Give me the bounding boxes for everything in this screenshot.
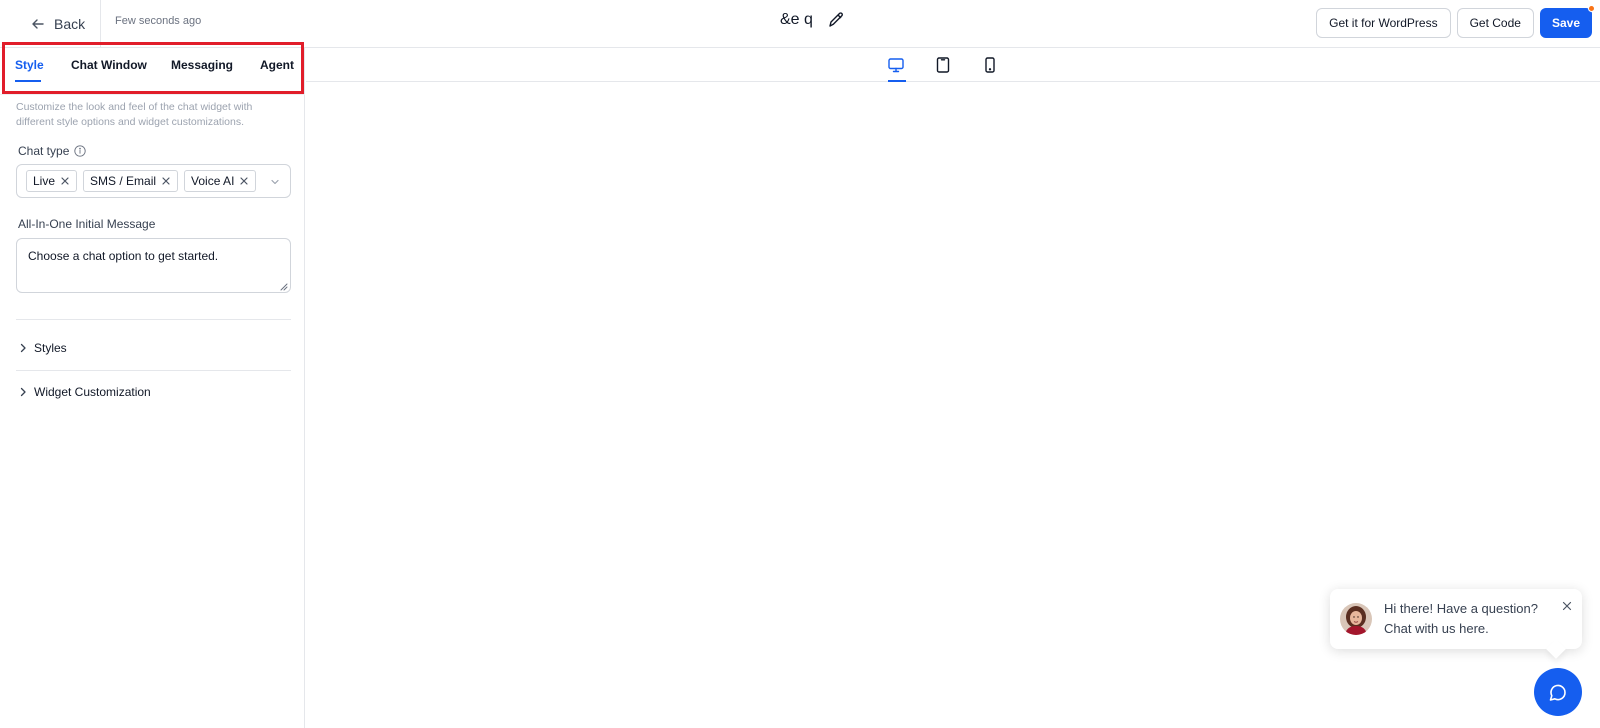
save-button[interactable]: Save <box>1539 5 1595 38</box>
section-divider <box>16 319 291 320</box>
chevron-down-icon <box>269 176 281 188</box>
back-button[interactable]: Back <box>30 12 85 36</box>
remove-chip-icon[interactable] <box>239 176 249 186</box>
initial-message-label: All-In-One Initial Message <box>18 217 156 231</box>
panel-description: Customize the look and feel of the chat … <box>16 101 253 128</box>
desktop-icon[interactable] <box>886 56 906 74</box>
styles-accordion-label: Styles <box>34 341 67 355</box>
chat-type-chip: SMS / Email <box>83 170 179 192</box>
saved-status: Few seconds ago <box>115 15 202 27</box>
styles-accordion[interactable]: Styles <box>18 338 67 358</box>
back-label: Back <box>54 16 86 32</box>
welcome-message-bubble[interactable]: Hi there! Have a question? Chat with us … <box>1330 589 1582 649</box>
tabs-highlight-box <box>2 42 304 94</box>
widget-customization-label: Widget Customization <box>34 385 151 399</box>
chat-launcher-button[interactable] <box>1534 668 1582 716</box>
initial-message-input[interactable]: Choose a chat option to get started. <box>16 238 291 293</box>
remove-chip-icon[interactable] <box>60 176 70 186</box>
selected-device-indicator <box>888 80 906 82</box>
chip-label: Voice AI <box>191 174 235 188</box>
info-icon[interactable] <box>74 145 87 157</box>
remove-chip-icon[interactable] <box>161 176 171 186</box>
get-code-button[interactable]: Get Code <box>1456 8 1534 38</box>
welcome-line-2: Chat with us here. <box>1384 621 1489 636</box>
tab-messaging[interactable]: Messaging <box>171 58 233 72</box>
tab-agent[interactable]: Agent <box>260 58 294 72</box>
top-header: Back Few seconds ago &e q Get it for Wor… <box>0 0 1600 48</box>
chat-type-label: Chat type <box>18 144 87 158</box>
welcome-line-1: Hi there! Have a question? <box>1384 601 1538 616</box>
widget-customization-accordion[interactable]: Widget Customization <box>18 382 151 402</box>
chat-type-select[interactable]: Live SMS / Email Voice AI <box>16 164 291 198</box>
header-divider <box>100 0 101 48</box>
tab-style[interactable]: Style <box>15 58 44 72</box>
widget-name-text: &e q <box>780 11 813 28</box>
settings-panel: Style Chat Window Messaging Agent Custom… <box>0 42 305 728</box>
settings-tabs: Style Chat Window Messaging Agent <box>0 42 305 94</box>
section-divider <box>16 370 291 371</box>
tabs-divider <box>0 94 305 95</box>
resize-handle-icon[interactable] <box>280 283 288 291</box>
mobile-icon[interactable] <box>980 56 1000 74</box>
widget-title: &e q <box>780 11 845 29</box>
chevron-right-icon <box>20 387 26 397</box>
tab-chat-window[interactable]: Chat Window <box>71 58 147 72</box>
chip-label: SMS / Email <box>90 174 157 188</box>
close-icon[interactable] <box>1562 601 1572 611</box>
chat-type-chip: Live <box>26 170 78 192</box>
agent-avatar <box>1340 603 1372 635</box>
tablet-icon[interactable] <box>933 56 953 74</box>
chat-type-label-text: Chat type <box>18 144 70 158</box>
save-label: Save <box>1551 16 1580 30</box>
pencil-icon[interactable] <box>827 11 845 29</box>
device-toggle-bar <box>306 48 1600 82</box>
active-tab-indicator <box>15 80 41 82</box>
chat-type-chip: Voice AI <box>184 170 257 192</box>
chip-label: Live <box>33 174 56 188</box>
chat-bubble-icon <box>1546 680 1570 704</box>
header-actions: Get it for WordPress Get Code Save <box>1316 5 1595 38</box>
arrow-left-icon <box>30 16 46 32</box>
chevron-right-icon <box>20 343 26 353</box>
notification-dot <box>1588 5 1595 12</box>
get-wordpress-button[interactable]: Get it for WordPress <box>1316 8 1451 38</box>
